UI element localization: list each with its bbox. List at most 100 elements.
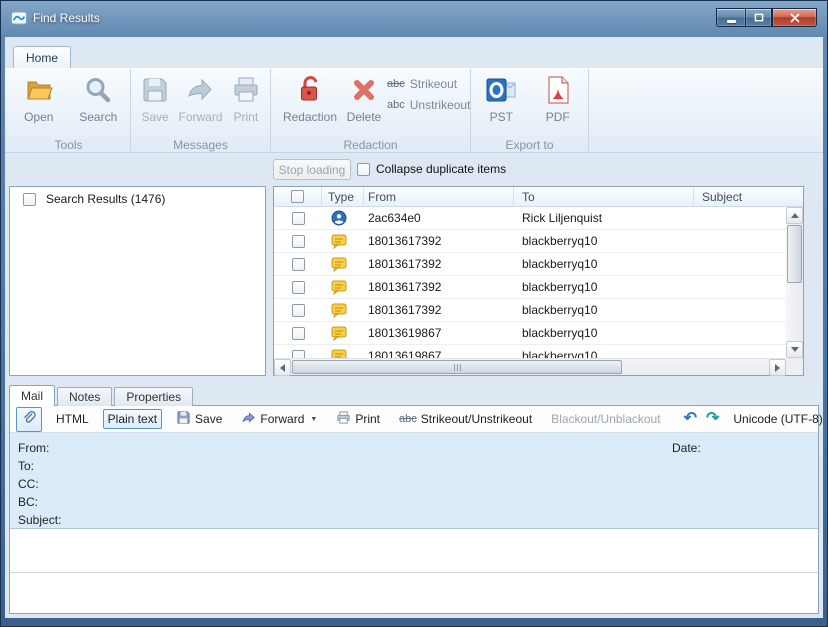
print-button[interactable]: Print bbox=[225, 74, 267, 124]
preview-tabs: Mail Notes Properties bbox=[9, 385, 195, 406]
preview-forward-button[interactable]: Forward ▼ bbox=[236, 407, 322, 431]
delete-button[interactable]: Delete bbox=[341, 74, 387, 124]
scroll-left-button[interactable] bbox=[274, 359, 291, 376]
horizontal-scroll-thumb[interactable] bbox=[292, 360, 622, 374]
find-results-window: Find Results Home bbox=[0, 0, 828, 627]
row-checkbox[interactable] bbox=[292, 258, 305, 271]
strikeout-abc-icon: abc bbox=[387, 78, 405, 90]
close-button[interactable] bbox=[772, 8, 817, 27]
folder-tree-panel: Search Results (1476) bbox=[9, 186, 266, 376]
row-checkbox[interactable] bbox=[292, 304, 305, 317]
horizontal-scrollbar[interactable] bbox=[274, 358, 786, 375]
strikeout-label: Strikeout bbox=[410, 77, 457, 91]
scroll-right-button[interactable] bbox=[769, 359, 786, 376]
field-to-label: To: bbox=[18, 457, 818, 475]
select-all-checkbox[interactable] bbox=[291, 190, 304, 203]
open-folder-icon bbox=[23, 74, 55, 106]
search-button[interactable]: Search bbox=[77, 74, 119, 124]
ribbon-group-redaction: Redaction Delete abc Strikeout bbox=[271, 69, 471, 153]
scroll-up-button[interactable] bbox=[786, 207, 803, 224]
message-row[interactable]: 18013619867 blackberryq10 bbox=[274, 345, 786, 358]
ribbon-group-tools-label: Tools bbox=[7, 138, 130, 152]
arrow-right-icon bbox=[775, 364, 780, 372]
stop-loading-button[interactable]: Stop loading bbox=[273, 159, 351, 180]
blackout-unblackout-button[interactable]: Blackout/Unblackout bbox=[546, 409, 665, 429]
print-icon bbox=[230, 74, 262, 106]
header-from[interactable]: From bbox=[364, 187, 514, 206]
titlebar[interactable]: Find Results bbox=[1, 1, 827, 37]
message-row[interactable]: 18013617392 blackberryq10 bbox=[274, 253, 786, 276]
arrow-up-icon bbox=[791, 213, 799, 218]
cell-to: blackberryq10 bbox=[514, 322, 694, 344]
redo-button[interactable]: ↷ bbox=[706, 411, 719, 427]
row-checkbox[interactable] bbox=[292, 235, 305, 248]
preview-print-button[interactable]: Print bbox=[331, 407, 385, 431]
undo-button[interactable]: ↶ bbox=[684, 411, 697, 427]
vertical-scroll-thumb[interactable] bbox=[787, 225, 802, 283]
minimize-button[interactable] bbox=[716, 8, 745, 27]
cell-from: 18013619867 bbox=[364, 345, 514, 358]
export-pdf-button[interactable]: PDF bbox=[537, 74, 579, 124]
save-floppy-icon bbox=[176, 410, 191, 428]
html-view-button[interactable]: HTML bbox=[51, 409, 94, 429]
window-controls bbox=[716, 8, 817, 27]
message-row[interactable]: 18013617392 blackberryq10 bbox=[274, 230, 786, 253]
strikeout-unstrikeout-label: Strikeout/Unstrikeout bbox=[421, 412, 532, 426]
cell-subject bbox=[694, 299, 786, 321]
tree-item-checkbox[interactable] bbox=[23, 193, 36, 206]
message-icon bbox=[331, 348, 347, 358]
message-row[interactable]: 18013617392 blackberryq10 bbox=[274, 276, 786, 299]
attachments-button[interactable] bbox=[16, 407, 42, 432]
header-subject[interactable]: Subject bbox=[694, 187, 803, 206]
forward-button[interactable]: Forward bbox=[178, 74, 222, 124]
save-icon bbox=[139, 74, 171, 106]
maximize-icon bbox=[754, 13, 764, 22]
header-type[interactable]: Type bbox=[322, 187, 364, 206]
ribbon-group-messages-label: Messages bbox=[131, 138, 270, 152]
delete-button-label: Delete bbox=[347, 111, 382, 124]
scroll-down-button[interactable] bbox=[786, 341, 803, 358]
cell-from: 18013619867 bbox=[364, 322, 514, 344]
maximize-button[interactable] bbox=[745, 8, 772, 27]
collapse-duplicates-checkbox[interactable] bbox=[357, 163, 370, 176]
message-row[interactable]: 18013617392 blackberryq10 bbox=[274, 299, 786, 322]
row-checkbox[interactable] bbox=[292, 281, 305, 294]
ribbon-tabstrip: Home bbox=[5, 37, 823, 68]
window-title: Find Results bbox=[33, 1, 100, 35]
delete-x-icon bbox=[348, 74, 380, 106]
redaction-button[interactable]: Redaction bbox=[279, 74, 341, 124]
scrollbar-corner bbox=[786, 358, 803, 375]
mail-attachment-area bbox=[10, 573, 818, 613]
save-button[interactable]: Save bbox=[134, 74, 176, 124]
collapse-duplicates-label: Collapse duplicate items bbox=[376, 162, 506, 176]
export-pst-button[interactable]: PST bbox=[480, 74, 522, 124]
tab-properties[interactable]: Properties bbox=[114, 387, 193, 406]
cell-to: blackberryq10 bbox=[514, 276, 694, 298]
search-icon bbox=[82, 74, 114, 106]
message-row[interactable]: 18013619867 blackberryq10 bbox=[274, 322, 786, 345]
preview-save-button[interactable]: Save bbox=[171, 407, 227, 431]
print-button-label: Print bbox=[233, 111, 258, 124]
row-checkbox[interactable] bbox=[292, 327, 305, 340]
tree-item-search-results[interactable]: Search Results (1476) bbox=[10, 187, 265, 206]
strikeout-unstrikeout-button[interactable]: abc Strikeout/Unstrikeout bbox=[394, 409, 537, 429]
strikeout-small-icon: abc bbox=[399, 413, 417, 425]
cell-subject bbox=[694, 207, 786, 229]
row-checkbox[interactable] bbox=[292, 350, 305, 359]
forward-dropdown-icon[interactable]: ▼ bbox=[310, 416, 317, 423]
strikeout-button[interactable]: abc Strikeout bbox=[387, 77, 470, 91]
message-row[interactable]: 2ac634e0 Rick Liljenquist bbox=[274, 207, 786, 230]
row-checkbox[interactable] bbox=[292, 212, 305, 225]
tab-notes[interactable]: Notes bbox=[57, 387, 112, 406]
export-pdf-label: PDF bbox=[546, 111, 570, 124]
encoding-dropdown[interactable]: Unicode (UTF-8) ▼ bbox=[728, 409, 823, 429]
header-to[interactable]: To bbox=[514, 187, 694, 206]
tab-home[interactable]: Home bbox=[13, 46, 71, 68]
actions-bar: Stop loading Collapse duplicate items bbox=[5, 153, 823, 186]
tab-mail[interactable]: Mail bbox=[9, 385, 55, 406]
vertical-scrollbar[interactable] bbox=[786, 207, 803, 358]
plain-text-view-button[interactable]: Plain text bbox=[103, 409, 162, 429]
strikeout-stack: abc Strikeout abc Unstrikeout bbox=[387, 77, 470, 112]
unstrikeout-button[interactable]: abc Unstrikeout bbox=[387, 98, 470, 112]
open-button[interactable]: Open bbox=[18, 74, 60, 124]
